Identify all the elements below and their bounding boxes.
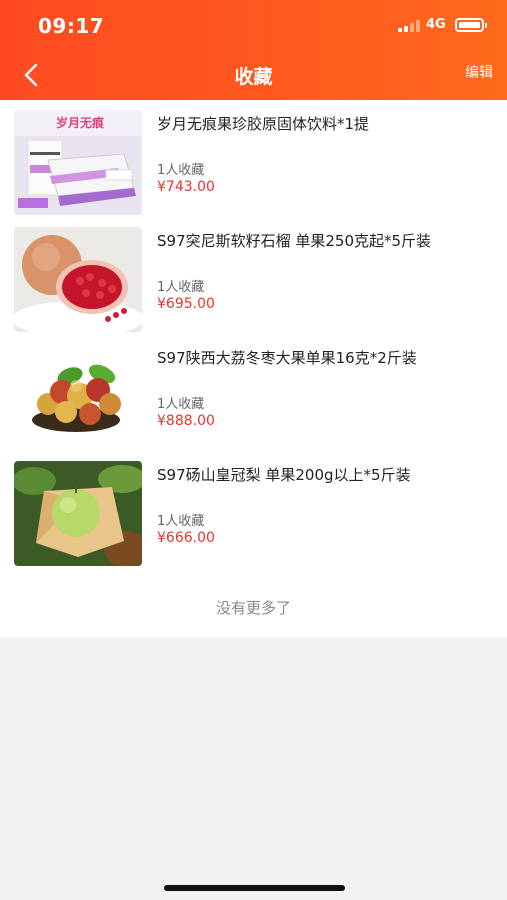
edit-button[interactable]: 编辑	[465, 62, 493, 82]
favorite-count: 1人收藏	[157, 514, 205, 529]
favorite-count: 1人收藏	[157, 280, 205, 295]
home-indicator[interactable]	[164, 885, 345, 891]
product-title: 岁月无痕果珍胶原固体饮料*1提	[157, 115, 370, 133]
favorite-count: 1人收藏	[157, 163, 205, 178]
product-thumbnail[interactable]	[14, 344, 142, 449]
product-thumbnail[interactable]	[14, 461, 142, 566]
collagen-drink-box-image: 岁月无痕	[14, 110, 142, 215]
product-title: S97陕西大荔冬枣大果单果16克*2斤装	[157, 349, 417, 367]
favorite-count: 1人收藏	[157, 397, 205, 412]
signal-icon	[398, 20, 420, 32]
product-title: S97突尼斯软籽石榴 单果250克起*5斤装	[157, 232, 432, 250]
product-thumbnail[interactable]	[14, 227, 142, 332]
product-title: S97砀山皇冠梨 单果200g以上*5斤装	[157, 466, 411, 484]
app-header: 09:17 4G 收藏 编辑	[0, 0, 507, 100]
favorite-item[interactable]: S97陕西大荔冬枣大果单果16克*2斤装 1人收藏 ¥888.00	[0, 334, 507, 451]
winter-jujube-image	[14, 344, 142, 449]
no-more-text: 没有更多了	[215, 599, 291, 617]
product-price: ¥695.00	[157, 296, 215, 312]
nav-bar: 收藏 编辑	[0, 50, 507, 100]
product-price: ¥666.00	[157, 530, 215, 546]
page-title: 收藏	[234, 66, 273, 88]
network-type: 4G	[426, 17, 446, 32]
battery-icon	[455, 18, 487, 32]
product-price: ¥888.00	[157, 413, 215, 429]
status-time: 09:17	[38, 14, 105, 38]
favorites-list: 岁月无痕 岁月无痕果珍胶原固体饮料*1提 1人收藏 ¥743.00 S97突尼斯…	[0, 100, 507, 637]
product-price: ¥743.00	[157, 179, 215, 195]
brand-logo-text: 岁月无痕	[56, 115, 105, 130]
status-bar: 09:17 4G	[0, 0, 507, 50]
crown-pear-image	[14, 461, 142, 566]
favorite-item[interactable]: S97砀山皇冠梨 单果200g以上*5斤装 1人收藏 ¥666.00	[0, 451, 507, 568]
pomegranate-image	[14, 227, 142, 332]
product-thumbnail[interactable]: 岁月无痕	[14, 110, 142, 215]
favorite-item[interactable]: S97突尼斯软籽石榴 单果250克起*5斤装 1人收藏 ¥695.00	[0, 217, 507, 334]
favorite-item[interactable]: 岁月无痕 岁月无痕果珍胶原固体饮料*1提 1人收藏 ¥743.00	[0, 100, 507, 217]
